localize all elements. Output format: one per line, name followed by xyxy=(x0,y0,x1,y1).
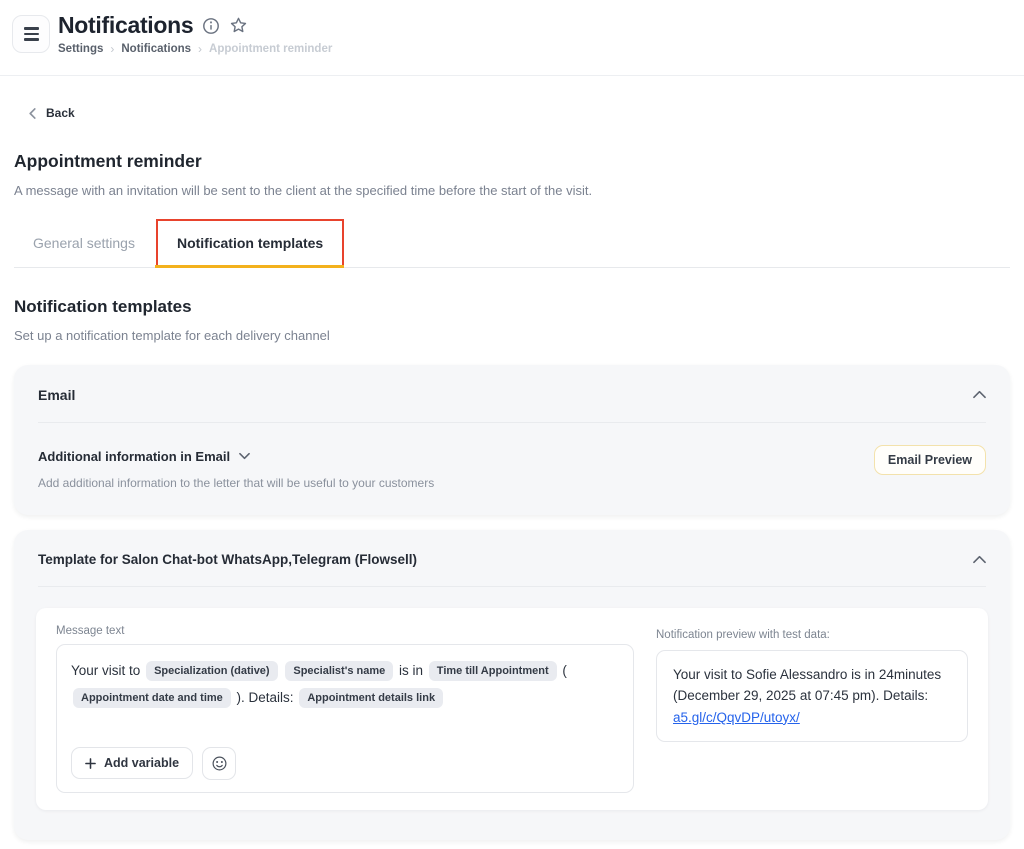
add-variable-button[interactable]: Add variable xyxy=(71,747,193,779)
top-bar: Notifications Settings › Notifications ›… xyxy=(0,0,1024,76)
variable-chip-appointment-details-link[interactable]: Appointment details link xyxy=(299,688,443,708)
variable-chip-specialist-name[interactable]: Specialist's name xyxy=(285,661,393,681)
back-label: Back xyxy=(46,106,75,120)
breadcrumb-current: Appointment reminder xyxy=(209,43,332,55)
breadcrumb-notifications[interactable]: Notifications xyxy=(121,43,191,55)
notification-preview: Your visit to Sofie Alessandro is in 24m… xyxy=(656,650,968,743)
hamburger-menu-icon xyxy=(24,27,39,30)
divider xyxy=(38,586,986,587)
message-text-segment: ). Details: xyxy=(237,690,294,705)
breadcrumb-settings[interactable]: Settings xyxy=(58,43,103,55)
breadcrumb: Settings › Notifications › Appointment r… xyxy=(58,42,332,56)
variable-chip-specialization[interactable]: Specialization (dative) xyxy=(146,661,278,681)
plus-icon xyxy=(85,758,96,769)
message-text-segment: is in xyxy=(399,663,423,678)
page-title: Notifications xyxy=(58,12,193,39)
emoji-icon xyxy=(211,755,228,772)
breadcrumb-separator-icon: › xyxy=(110,42,114,56)
message-text-label: Message text xyxy=(56,625,634,637)
email-card-title: Email xyxy=(38,387,75,403)
section-title: Notification templates xyxy=(14,297,1010,317)
variable-chip-time-till-appointment[interactable]: Time till Appointment xyxy=(429,661,557,681)
back-link[interactable]: Back xyxy=(28,106,75,120)
chevron-left-icon xyxy=(28,108,37,119)
template-card-title: Template for Salon Chat-bot WhatsApp,Tel… xyxy=(38,552,417,567)
breadcrumb-separator-icon: › xyxy=(198,42,202,56)
active-tab-underline xyxy=(155,265,344,268)
chevron-down-icon xyxy=(239,452,250,460)
variable-chip-appointment-date-time[interactable]: Appointment date and time xyxy=(73,688,231,708)
hamburger-menu-button[interactable] xyxy=(12,15,50,53)
message-text-segment: ( xyxy=(562,663,567,678)
appointment-reminder-heading: Appointment reminder xyxy=(14,151,1010,172)
template-card: Template for Salon Chat-bot WhatsApp,Tel… xyxy=(14,530,1010,840)
preview-link[interactable]: a5.gl/c/QqvDP/utoyx/ xyxy=(673,710,800,725)
section-description: Set up a notification template for each … xyxy=(14,328,1010,343)
emoji-picker-button[interactable] xyxy=(202,747,236,780)
tab-bar: General settings Notification templates xyxy=(14,219,1010,268)
info-icon[interactable] xyxy=(202,17,220,35)
additional-info-description: Add additional information to the letter… xyxy=(38,476,986,490)
tab-general-settings[interactable]: General settings xyxy=(14,219,154,267)
chevron-up-icon[interactable] xyxy=(973,390,986,399)
main-content: Back Appointment reminder A message with… xyxy=(0,76,1024,840)
email-card: Email Additional information in Email Ad… xyxy=(14,365,1010,515)
template-editor-panel: Message text Your visit to Specializatio… xyxy=(36,608,988,810)
message-text-editor[interactable]: Your visit to Specialization (dative) Sp… xyxy=(56,644,634,793)
annotation-highlight-box: Notification templates xyxy=(156,219,344,267)
preview-text: Your visit to Sofie Alessandro is in 24m… xyxy=(673,667,941,704)
notification-preview-label: Notification preview with test data: xyxy=(656,629,830,641)
tab-notification-templates[interactable]: Notification templates xyxy=(177,235,323,251)
message-text-segment: Your visit to xyxy=(71,663,140,678)
message-content: Your visit to Specialization (dative) Sp… xyxy=(71,657,619,711)
star-icon[interactable] xyxy=(229,16,248,35)
email-preview-button[interactable]: Email Preview xyxy=(874,445,986,475)
chevron-up-icon[interactable] xyxy=(973,555,986,564)
appointment-reminder-description: A message with an invitation will be sen… xyxy=(14,183,1010,198)
additional-info-toggle[interactable]: Additional information in Email xyxy=(38,449,250,464)
